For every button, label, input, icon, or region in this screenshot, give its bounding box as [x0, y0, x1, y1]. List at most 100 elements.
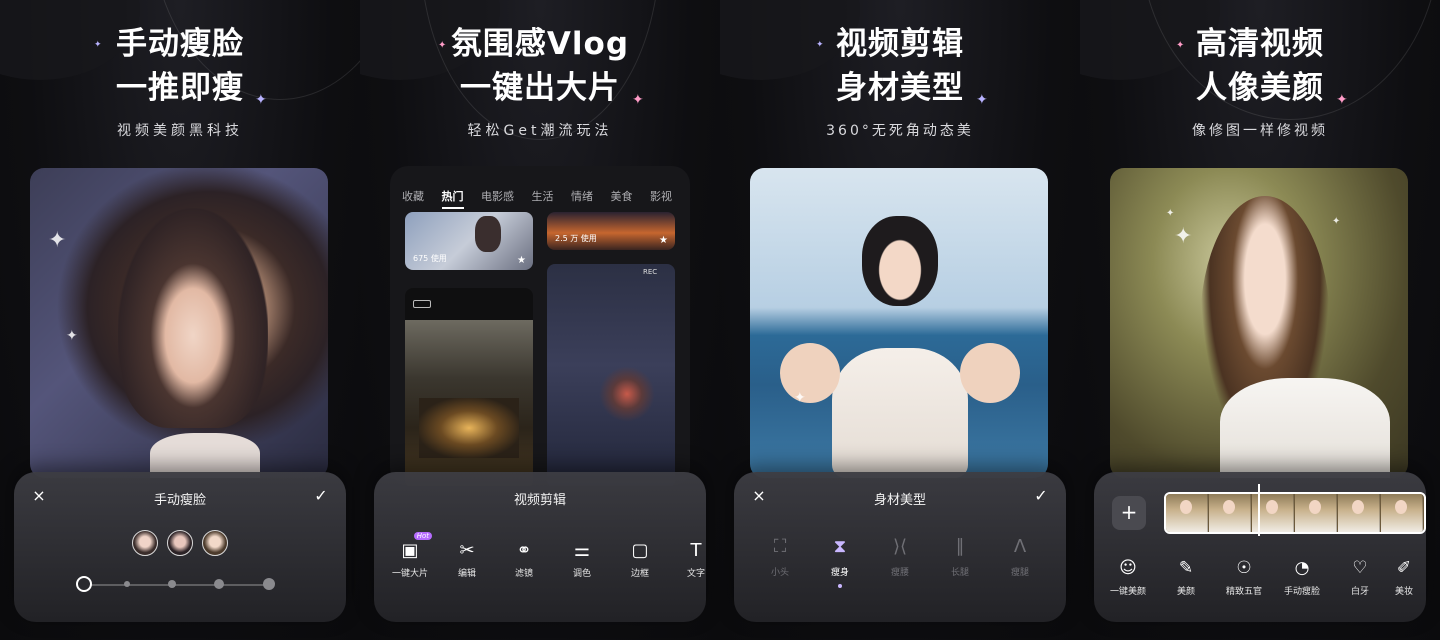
option-label: 小头	[770, 568, 789, 578]
promo-panel-hd-beauty: 高清视频 人像美颜 ✦ ✦ 像修图一样修视频 ✦ ✦ ✦ + ☺ 一键美颜 ✎ …	[1080, 0, 1440, 640]
photo-subject-shirt	[1220, 378, 1390, 478]
option-slim-legs[interactable]: Λ 瘦腿	[990, 536, 1050, 578]
sparkle-icon: ✦	[94, 40, 102, 50]
option-label: 瘦身	[830, 568, 849, 578]
tool-label: 一键大片	[391, 569, 428, 579]
option-label: 长腿	[950, 568, 969, 578]
check-icon[interactable]: ✓	[1030, 486, 1052, 508]
headline-line-1: 高清视频	[1196, 26, 1324, 62]
tab-hot[interactable]: 热门	[441, 188, 464, 209]
star-icon[interactable]: ★	[517, 255, 526, 266]
tab-favorites[interactable]: 收藏	[402, 188, 424, 204]
tab-mood[interactable]: 情绪	[571, 188, 593, 204]
video-timeline[interactable]	[1164, 492, 1426, 534]
face-thumb-2[interactable]	[167, 530, 193, 556]
timeline-frame	[1166, 494, 1208, 532]
photo-subject-arm	[960, 343, 1020, 403]
slider-step	[214, 579, 224, 589]
portrait-subject	[118, 208, 268, 428]
timeline-frame	[1209, 494, 1251, 532]
tool-frame[interactable]: ▢ 边框	[610, 540, 670, 579]
tab-cinematic[interactable]: 电影感	[481, 188, 514, 204]
timeline-frame	[1295, 494, 1337, 532]
playhead[interactable]	[1258, 484, 1260, 536]
tile-subject	[475, 216, 501, 252]
face-thumb-3[interactable]	[202, 530, 228, 556]
tool-color[interactable]: ⚌ 调色	[552, 540, 612, 579]
headline-line-2: 一键出大片	[460, 70, 620, 106]
tool-one-click[interactable]: Hot ▣ 一键大片	[380, 532, 440, 579]
scissors-icon: ✂	[459, 540, 475, 561]
text-icon: T	[690, 540, 702, 561]
option-one-click-beauty[interactable]: ☺ 一键美颜	[1096, 558, 1160, 597]
sparkle-icon: ✦	[794, 390, 806, 406]
tool-label: 调色	[572, 569, 591, 579]
template-tile[interactable]: 2.5 万 使用 ★	[547, 212, 675, 250]
panel-headline: 视频剪辑 身材美型	[720, 22, 1080, 110]
face-thumb-1[interactable]	[132, 530, 158, 556]
tab-film[interactable]: 影视	[650, 188, 672, 204]
option-refine-features[interactable]: ☉ 精致五官	[1212, 558, 1276, 597]
option-long-legs[interactable]: ∥ 长腿	[930, 536, 990, 578]
check-icon[interactable]: ✓	[310, 486, 332, 508]
panel-subline: 360°无死角动态美	[826, 123, 974, 139]
option-label: 瘦腿	[1010, 568, 1029, 578]
option-small-head[interactable]: ⛶ 小头	[750, 536, 810, 578]
star-icon[interactable]: ★	[659, 235, 668, 246]
headline-line-1: 视频剪辑	[836, 26, 964, 62]
hot-badge: Hot	[413, 532, 432, 540]
rec-indicator: REC	[643, 268, 658, 276]
beauty-photo: ✦ ✦ ✦	[1110, 168, 1408, 478]
panel-headline: 氛围感Vlog 一键出大片	[360, 22, 720, 110]
timeline-frame	[1338, 494, 1380, 532]
head-frame-icon: ⛶	[773, 536, 787, 557]
video-edit-sheet: 视频剪辑 Hot ▣ 一键大片 ✂ 编辑 ⚭ 滤镜 ⚌ 调色 ▢ 边框 T 文字	[374, 472, 706, 622]
headline-line-2: 一推即瘦	[116, 70, 244, 106]
template-tile[interactable]: 675 使用 ★	[405, 212, 533, 270]
filter-icon: ⚭	[516, 540, 532, 561]
option-makeup[interactable]: ✐ 美妆	[1382, 558, 1426, 597]
option-label: 精致五官	[1225, 587, 1262, 597]
photo-subject-arm	[780, 343, 840, 403]
tab-food[interactable]: 美食	[611, 188, 633, 204]
legs-icon: ∥	[955, 536, 965, 557]
headline-line-1: 氛围感Vlog	[450, 26, 630, 62]
option-slim-body[interactable]: ⧗ 瘦身	[810, 536, 870, 588]
tool-text[interactable]: T 文字	[666, 540, 726, 579]
photo-subject-dress	[832, 348, 968, 478]
slider-step	[168, 580, 176, 588]
photo-subject-head	[862, 216, 938, 306]
option-slim-waist[interactable]: ⟩⟨ 瘦腰	[870, 536, 930, 578]
option-manual-slim[interactable]: ◔ 手动瘦脸	[1270, 558, 1334, 597]
sliders-icon: ⚌	[573, 540, 591, 561]
panel-subline: 视频美颜黑科技	[117, 123, 243, 139]
sparkle-icon: ✦	[255, 92, 267, 108]
template-tile[interactable]: REC	[547, 264, 675, 486]
option-label: 手动瘦脸	[1283, 587, 1320, 597]
tool-label: 滤镜	[514, 569, 533, 579]
category-tabs: 收藏 热门 电影感 生活 情绪 美食 影视	[402, 188, 690, 210]
template-tile[interactable]	[405, 288, 533, 486]
tab-life[interactable]: 生活	[532, 188, 554, 204]
sparkle-icon: ✦	[632, 92, 644, 108]
tool-edit[interactable]: ✂ 编辑	[437, 540, 497, 579]
panel-headline: 高清视频 人像美颜	[1080, 22, 1440, 110]
slim-intensity-slider[interactable]	[84, 584, 272, 586]
option-beauty[interactable]: ✎ 美颜	[1154, 558, 1218, 597]
tile-couple	[597, 364, 657, 424]
sparkle-icon: ✦	[976, 92, 988, 108]
tool-filter[interactable]: ⚭ 滤镜	[494, 540, 554, 579]
option-label: 瘦腰	[890, 568, 909, 578]
add-clip-button[interactable]: +	[1112, 496, 1146, 530]
option-label: 一键美颜	[1109, 587, 1146, 597]
face-icon: ☺	[1119, 558, 1137, 578]
sparkle-icon: ✦	[1166, 208, 1175, 219]
promo-panel-body-shape: 视频剪辑 身材美型 ✦ ✦ 360°无死角动态美 ✦ × 身材美型 ✓ ⛶ 小头…	[720, 0, 1080, 640]
waist-icon: ⟩⟨	[892, 536, 908, 557]
slider-step	[124, 581, 130, 587]
slider-knob[interactable]	[76, 576, 92, 592]
option-label: 美颜	[1176, 587, 1195, 597]
sheet-title: 视频剪辑	[513, 493, 566, 508]
face-slim-icon: ◔	[1294, 558, 1310, 578]
usage-count: 675 使用	[413, 254, 447, 263]
